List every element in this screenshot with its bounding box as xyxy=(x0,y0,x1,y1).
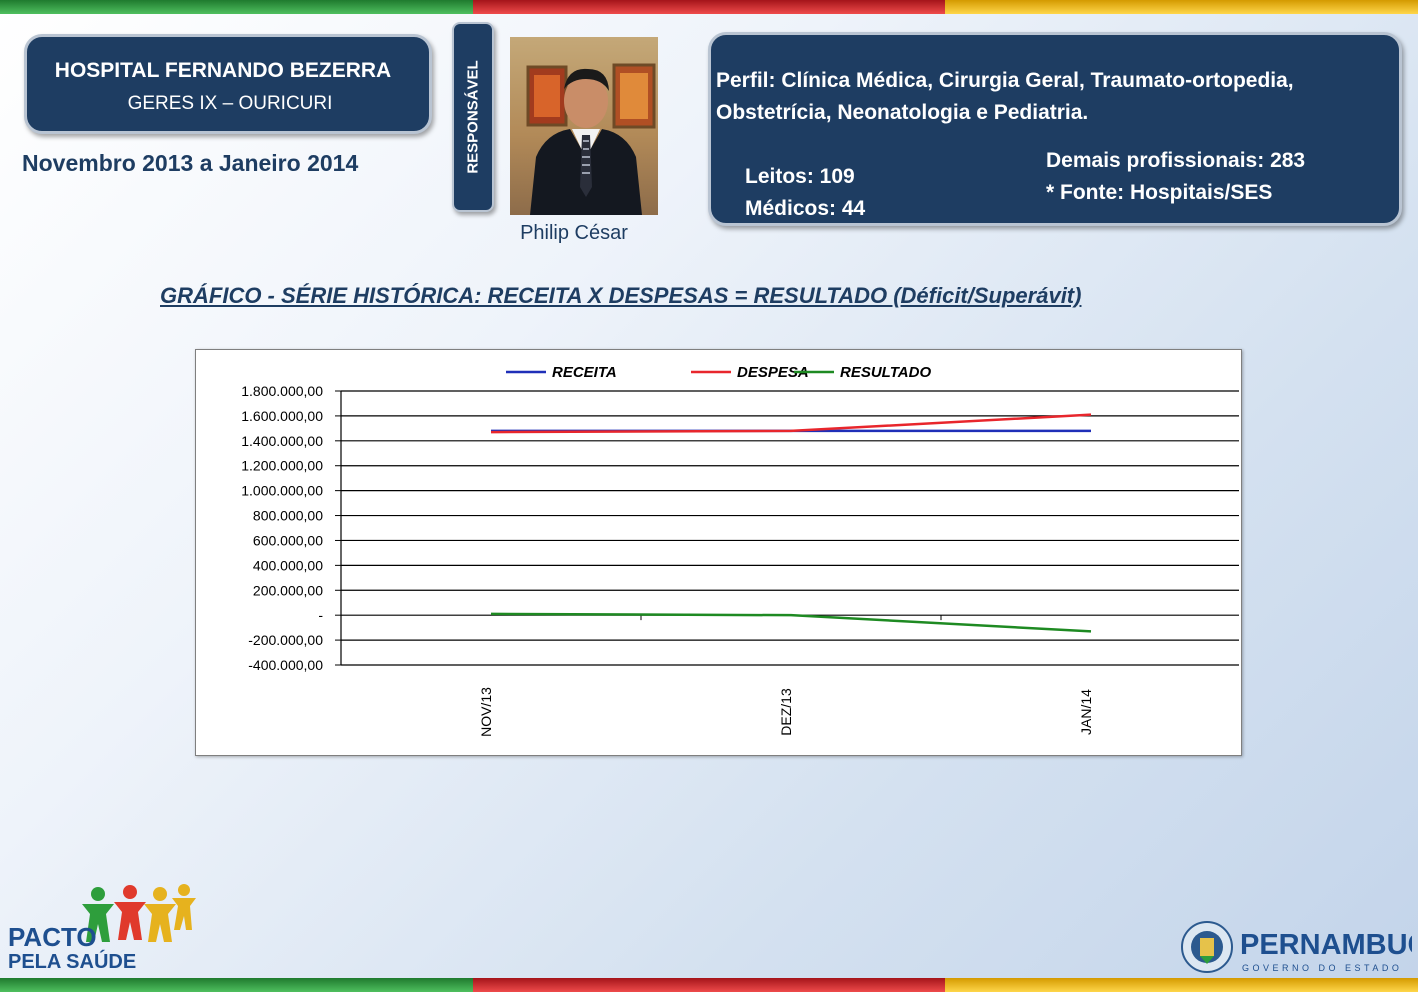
source-note: * Fonte: Hospitais/SES xyxy=(1046,181,1273,204)
x-tick-label: JAN/14 xyxy=(1078,689,1094,735)
pernambuco-logo: PERNAMBUCO GOVERNO DO ESTADO xyxy=(1180,920,1418,974)
people-figures-icon xyxy=(82,884,196,942)
responsible-tab: RESPONSÁVEL xyxy=(452,22,494,212)
y-tick-label: 1.600.000,00 xyxy=(241,408,323,424)
state-name: PERNAMBUCO xyxy=(1240,929,1412,961)
doctors-count: Médicos: 44 xyxy=(745,197,866,220)
bottom-stripe-red xyxy=(473,978,945,992)
line-chart: 1.800.000,00 1.600.000,00 1.400.000,00 1.20… xyxy=(241,364,1239,737)
bottom-stripe-green xyxy=(0,978,473,992)
pacto-line1: PACTO xyxy=(8,922,97,952)
top-stripe-yellow xyxy=(945,0,1418,14)
beds-count: Leitos: 109 xyxy=(745,165,855,188)
y-tick-label: 600.000,00 xyxy=(253,532,323,548)
y-tick-label: 800.000,00 xyxy=(253,508,323,524)
other-staff-count: Demais profissionais: 283 xyxy=(1046,149,1306,172)
y-tick-label: 200.000,00 xyxy=(253,582,323,598)
series-line-resultado xyxy=(490,612,1092,633)
y-tick-label: 1.200.000,00 xyxy=(241,458,323,474)
profile-panel: Perfil: Clínica Médica, Cirurgia Geral, … xyxy=(708,32,1402,226)
y-tick-label: - xyxy=(318,607,323,623)
y-tick-label: 1.400.000,00 xyxy=(241,433,323,449)
state-subtitle: GOVERNO DO ESTADO xyxy=(1242,963,1402,973)
series-line-despesa xyxy=(490,413,1092,434)
chart-title: GRÁFICO - SÉRIE HISTÓRICA: RECEITA X DES… xyxy=(160,283,1082,308)
profile-text: Perfil: Clínica Médica, Cirurgia Geral, … xyxy=(716,69,1294,124)
legend-label: RESULTADO xyxy=(840,364,931,381)
y-tick-label: 1.000.000,00 xyxy=(241,483,323,499)
hospital-panel: HOSPITAL FERNANDO BEZERRA GERES IX – OUR… xyxy=(24,34,432,134)
legend-label: RECEITA xyxy=(552,364,617,381)
y-tick-label: 1.800.000,00 xyxy=(241,383,323,399)
top-stripe-red xyxy=(473,0,945,14)
y-tick-label: -200.000,00 xyxy=(248,632,323,648)
responsible-name: Philip César xyxy=(520,222,628,244)
responsible-label: RESPONSÁVEL xyxy=(464,60,482,174)
bottom-stripe-yellow xyxy=(945,978,1418,992)
geres-label: GERES IX – OURICURI xyxy=(127,93,333,114)
state-coat-of-arms-icon xyxy=(1181,921,1233,973)
y-tick-label: -400.000,00 xyxy=(248,657,323,673)
chart-container: 1.800.000,00 1.600.000,00 1.400.000,00 1.20… xyxy=(195,349,1242,756)
x-tick-label: NOV/13 xyxy=(478,687,494,737)
y-tick-label: 400.000,00 xyxy=(253,557,323,573)
top-stripe-green xyxy=(0,0,473,14)
period-label: Novembro 2013 a Janeiro 2014 xyxy=(22,150,359,176)
x-tick-label: DEZ/13 xyxy=(778,688,794,736)
hospital-name: HOSPITAL FERNANDO BEZERRA xyxy=(54,59,392,82)
pacto-pela-saude-logo: PACTO PELA SAÚDE xyxy=(6,880,196,973)
responsible-photo xyxy=(510,37,658,215)
pacto-line2: PELA SAÚDE xyxy=(8,949,136,972)
